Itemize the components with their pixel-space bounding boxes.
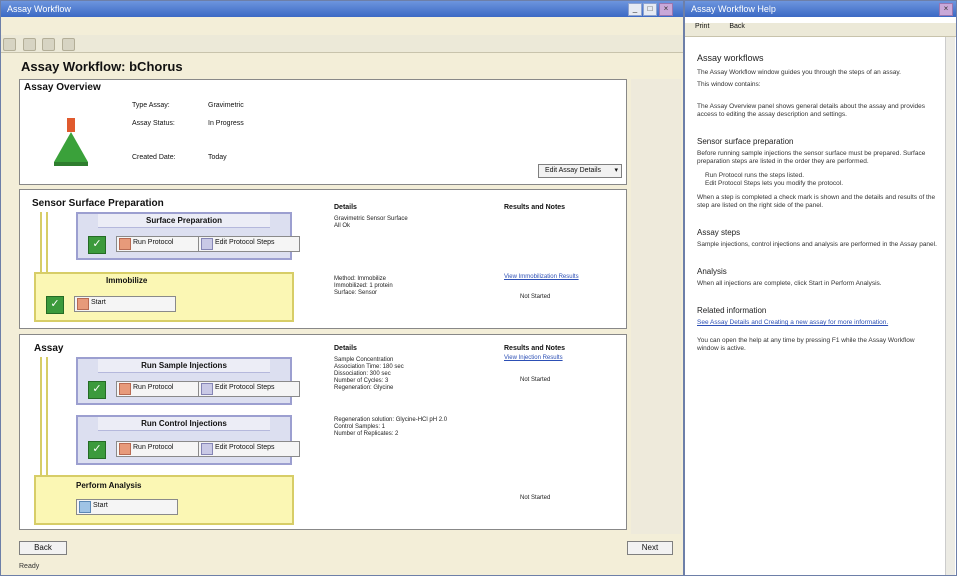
main-window: Assay Workflow _ □ × Assay Workflow: bCh…	[0, 0, 684, 576]
run-icon	[119, 238, 131, 250]
maximize-icon[interactable]: □	[643, 3, 657, 16]
edit-assay-dropdown[interactable]: Edit Assay Details ▾	[538, 164, 622, 178]
edit-icon	[201, 238, 213, 250]
home-icon[interactable]	[42, 38, 56, 51]
assay-panel: Assay Details Results and Notes Run Samp…	[19, 334, 627, 530]
assay-overview-title: Assay Overview	[24, 82, 101, 93]
help-heading-4: Analysis	[697, 267, 727, 276]
help-window: Assay Workflow Help × Print Back Assay w…	[684, 0, 957, 576]
overview-field-3-label: Created Date:	[132, 154, 176, 161]
main-toolbar	[1, 35, 683, 53]
step-title: Perform Analysis	[76, 481, 142, 490]
close-icon[interactable]: ×	[659, 3, 673, 16]
sensor-prep-title: Sensor Surface Preparation	[32, 198, 164, 209]
help-tab-back[interactable]: Back	[729, 23, 745, 30]
help-paragraph-1: The Assay Overview panel shows general d…	[697, 103, 925, 118]
help-paragraph-4: Sample injections, control injections an…	[697, 241, 937, 248]
help-toolbar: Print Back	[685, 23, 956, 37]
main-window-title: Assay Workflow	[7, 4, 71, 14]
main-titlebar: Assay Workflow	[1, 1, 683, 17]
immobilize-results-link[interactable]: View Immobilization Results	[504, 274, 599, 280]
step-surface-preparation: Surface Preparation ✓ Run Protocol Edit …	[76, 212, 300, 260]
help-paragraph-6[interactable]: See Assay Details and Creating a new ass…	[697, 319, 937, 327]
edit-protocol-steps-button[interactable]: Edit Protocol Steps	[198, 381, 300, 397]
edit-protocol-steps-button[interactable]: Edit Protocol Steps	[198, 441, 300, 457]
help-close-icon[interactable]: ×	[939, 3, 953, 16]
help-titlebar: Assay Workflow Help	[685, 1, 956, 17]
flow-connector	[40, 212, 48, 272]
help-tab-print[interactable]: Print	[695, 23, 709, 30]
flow-connector	[40, 357, 48, 475]
run-icon	[119, 383, 131, 395]
assay-details-header: Details	[334, 345, 357, 352]
overview-field-2-label: Assay Status:	[132, 120, 175, 127]
help-bullet-1: Run Protocol runs the steps listed.	[705, 172, 804, 179]
back-button[interactable]: Back	[19, 541, 67, 555]
overview-field-3-value: Today	[208, 154, 227, 161]
edit-icon	[201, 443, 213, 455]
assay-results-header: Results and Notes	[504, 345, 566, 352]
help-paragraph-7: You can open the help at any time by pre…	[697, 337, 915, 352]
refresh-icon[interactable]	[61, 38, 75, 51]
step-perform-analysis: Perform Analysis Start	[34, 475, 294, 525]
flask-icon	[54, 118, 88, 168]
step-title: Immobilize	[106, 276, 148, 285]
help-content: Assay workflows The Assay Workflow windo…	[697, 53, 937, 353]
help-bullet-2: Edit Protocol Steps lets you modify the …	[705, 180, 844, 187]
sample-injection-details: Sample Concentration Association Time: 1…	[334, 357, 404, 391]
help-window-title: Assay Workflow Help	[691, 4, 776, 14]
overview-field-1-label: Type Assay:	[132, 102, 170, 109]
check-icon: ✓	[88, 236, 106, 254]
sensor-prep-panel: Sensor Surface Preparation Details Resul…	[19, 189, 627, 329]
sensor-details-header: Details	[334, 204, 357, 211]
help-heading: Assay workflows	[697, 53, 764, 63]
assay-overview-panel: Assay Overview Type Assay: Gravimetric A…	[19, 79, 627, 185]
status-bar: Ready	[19, 563, 40, 570]
page-title: Assay Workflow: bChorus	[21, 59, 183, 74]
help-intro-1: The Assay Workflow window guides you thr…	[697, 69, 901, 76]
back-icon[interactable]	[3, 38, 16, 51]
immobilize-details: Method: Immobilize Immobilized: 1 protei…	[334, 276, 393, 296]
step-sample-injections: Run Sample Injections ✓ Run Protocol Edi…	[76, 357, 300, 405]
start-button[interactable]: Start	[74, 296, 176, 312]
assay-title: Assay	[34, 343, 64, 354]
immobilize-result-status: Not Started	[520, 294, 551, 300]
help-scrollbar[interactable]	[945, 37, 955, 575]
help-paragraph-5: When all injections are complete, click …	[697, 280, 882, 287]
forward-icon[interactable]	[22, 38, 36, 51]
injection-results-link[interactable]: View Injection Results	[504, 355, 599, 361]
minimize-icon[interactable]: _	[628, 3, 642, 16]
overview-field-2-value: In Progress	[208, 120, 244, 127]
analysis-result-status: Not Started	[520, 495, 551, 501]
step-title: Run Sample Injections	[98, 359, 270, 373]
help-intro-2: This window contains:	[697, 81, 761, 88]
sensor-results-header: Results and Notes	[504, 204, 566, 211]
surface-prep-details: Gravimetric Sensor Surface All Ok	[334, 216, 408, 229]
help-heading-5: Related information	[697, 306, 767, 315]
edit-icon	[201, 383, 213, 395]
start-icon	[77, 298, 89, 310]
next-button[interactable]: Next	[627, 541, 673, 555]
step-title: Surface Preparation	[98, 214, 270, 228]
overview-field-1-value: Gravimetric	[208, 102, 244, 109]
start-icon	[79, 501, 91, 513]
chevron-down-icon: ▾	[614, 167, 618, 174]
step-control-injections: Run Control Injections ✓ Run Protocol Ed…	[76, 415, 300, 465]
start-button[interactable]: Start	[76, 499, 178, 515]
injection-result-status: Not Started	[520, 377, 551, 383]
help-paragraph-3: When a step is completed a check mark is…	[697, 194, 936, 209]
check-icon: ✓	[46, 296, 64, 314]
step-immobilize: Immobilize ✓ Start	[34, 272, 294, 322]
check-icon: ✓	[88, 381, 106, 399]
step-title: Run Control Injections	[98, 417, 270, 431]
edit-protocol-steps-button[interactable]: Edit Protocol Steps	[198, 236, 300, 252]
help-heading-2: Sensor surface preparation	[697, 137, 794, 146]
help-heading-3: Assay steps	[697, 228, 741, 237]
run-icon	[119, 443, 131, 455]
control-injection-details: Regeneration solution: Glycine-HCl pH 2.…	[334, 417, 448, 437]
edit-assay-dropdown-label: Edit Assay Details	[545, 167, 602, 174]
right-gutter	[631, 79, 681, 534]
help-paragraph-2: Before running sample injections the sen…	[697, 150, 926, 165]
check-icon: ✓	[88, 441, 106, 459]
